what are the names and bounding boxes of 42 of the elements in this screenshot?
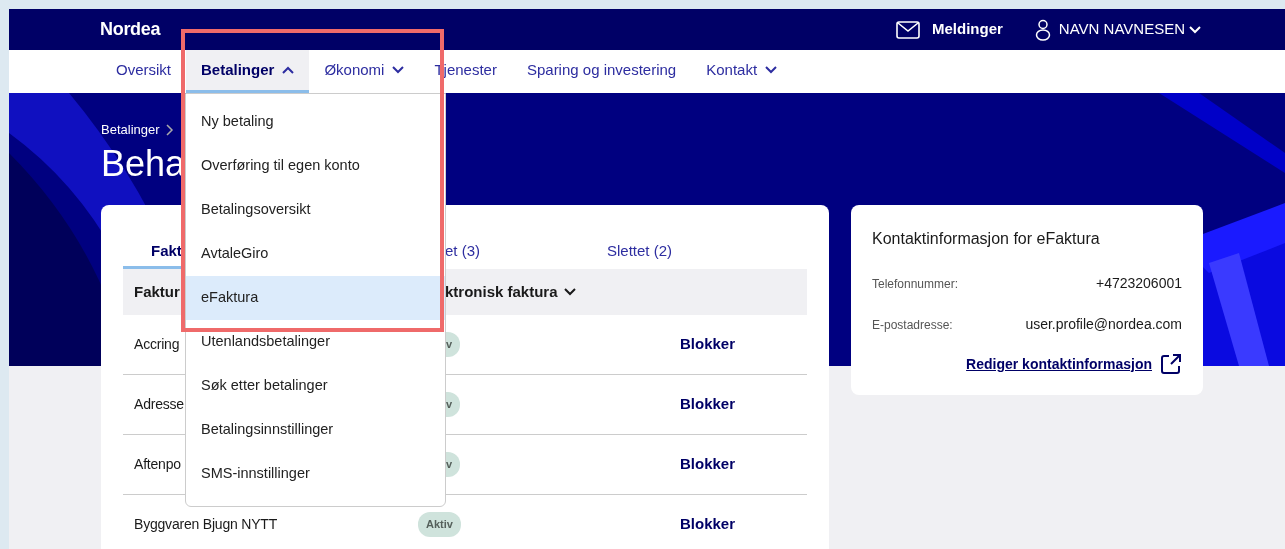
status-badge: Aktiv	[418, 512, 461, 537]
nav-tab[interactable]: Betalinger	[186, 50, 310, 93]
logo[interactable]: Nordea	[100, 16, 161, 43]
payee-name: Accring	[134, 336, 180, 353]
column-header: Faktur	[134, 282, 180, 300]
menu-item[interactable]: SMS-innstillinger	[186, 452, 445, 496]
block-button[interactable]: Blokker	[680, 393, 736, 416]
menu-item[interactable]: Betalingsoversikt	[186, 188, 445, 232]
nav-tab[interactable]: Økonomi	[309, 50, 420, 93]
user-menu-button[interactable]: NAVN NAVNESEN	[1058, 18, 1201, 41]
block-button[interactable]: Blokker	[680, 513, 736, 536]
menu-item[interactable]: Betalingsinnstillinger	[186, 408, 445, 452]
card-title: Kontaktinformasjon for eFaktura	[872, 229, 1101, 249]
menu-item[interactable]: Ny betaling	[186, 100, 445, 144]
user-icon	[1034, 18, 1051, 41]
menu-item[interactable]: eFaktura	[186, 276, 445, 320]
breadcrumb-link[interactable]: Betalinger	[101, 120, 160, 140]
nav-tab[interactable]: Sparing og investering	[511, 50, 692, 93]
page-title: Beha	[101, 141, 186, 185]
edit-contact-link[interactable]: Rediger kontaktinformasjon	[966, 353, 1152, 375]
chevron-right-icon	[165, 123, 174, 136]
nav-tab[interactable]: Kontakt	[691, 50, 793, 93]
mail-icon	[896, 20, 920, 39]
payee-name: Adresse	[134, 396, 184, 413]
payee-name: Aftenpo	[134, 456, 181, 473]
payee-name: Byggvaren Bjugn NYTT	[134, 516, 278, 533]
field-label: E-postadresse:	[872, 316, 953, 334]
column-header[interactable]: ktronisk faktura	[445, 280, 558, 304]
block-button[interactable]: Blokker	[680, 333, 736, 356]
menu-item[interactable]: AvtaleGiro	[186, 232, 445, 276]
field-label: Telefonnummer:	[872, 275, 959, 293]
nav-tab[interactable]: Oversikt	[101, 50, 186, 93]
external-link-icon	[1160, 353, 1182, 375]
field-value: user.profile@nordea.com	[1025, 315, 1182, 334]
chevron-down-icon	[1189, 25, 1201, 34]
messages-link[interactable]: Meldinger	[932, 18, 1003, 41]
menu-item[interactable]: Søk etter betalinger	[186, 364, 445, 408]
field-value: +4723206001	[1095, 274, 1182, 293]
tab[interactable]: Slettet (2)	[579, 227, 807, 269]
menu-item[interactable]: Utenlandsbetalinger	[186, 320, 445, 364]
menu-item[interactable]: Overføring til egen konto	[186, 144, 445, 188]
block-button[interactable]: Blokker	[680, 453, 736, 476]
